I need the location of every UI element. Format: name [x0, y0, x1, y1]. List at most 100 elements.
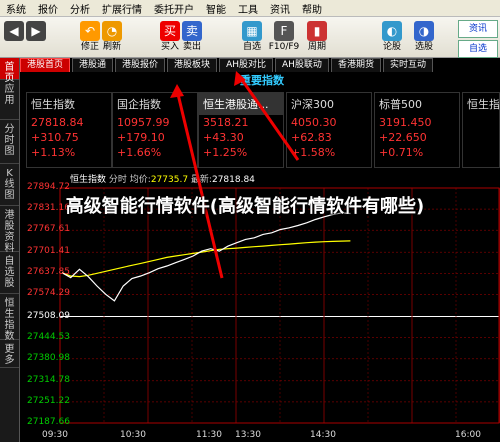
card-change: +310.75	[31, 131, 79, 144]
tab-7[interactable]: 实时互动	[382, 58, 433, 72]
index-card-4[interactable]: 标普500 3191.450 +22.650 +0.71%	[374, 92, 460, 168]
candle-icon: ▮	[307, 21, 327, 41]
y-tick-label: 27574.29	[27, 288, 70, 299]
sell-icon: 卖	[182, 21, 202, 41]
x-tick-label: 09:30	[42, 430, 68, 440]
toolbar-label: 刷新	[102, 42, 121, 52]
card-name: 恒生指数	[467, 98, 499, 111]
right-button-group: 资讯 自选	[458, 20, 498, 60]
card-value: 3518.21	[203, 116, 249, 129]
card-pct	[463, 119, 499, 121]
toolbar-button-4[interactable]: ▦ 自选	[240, 19, 264, 57]
menu-item-5[interactable]: 智能	[200, 1, 232, 16]
x-tick-label: 16:00	[455, 430, 481, 440]
menu-item-2[interactable]: 分析	[64, 1, 96, 16]
x-tick-label: 13:30	[235, 430, 261, 440]
refresh-clock-icon: ◔	[102, 21, 122, 41]
index-card-5[interactable]: 恒生指数	[462, 92, 500, 168]
menu-item-3[interactable]: 扩展行情	[96, 1, 148, 16]
toolbar-label: 自选	[242, 42, 261, 52]
sidebar-item-2[interactable]: 分时图	[0, 120, 19, 164]
toolbar-button-8[interactable]: ◑ 选股	[412, 19, 436, 57]
menu-item-6[interactable]: 工具	[232, 1, 264, 16]
x-tick-label: 10:30	[120, 430, 146, 440]
watchlist-button[interactable]: 自选	[458, 40, 498, 58]
toolbar-button-nav-back[interactable]: ◀	[2, 19, 26, 57]
card-change: +22.650	[379, 131, 427, 144]
menu-item-8[interactable]: 帮助	[296, 1, 328, 16]
toolbar-button-nav-forward[interactable]: ▶	[24, 19, 48, 57]
back-arrow-icon: ↶	[80, 21, 100, 41]
back-icon: ◀	[4, 21, 24, 41]
sidebar-label: 应用	[4, 84, 15, 106]
card-value: 10957.99	[117, 116, 170, 129]
sidebar-item-6[interactable]: 恒生指数	[0, 294, 19, 342]
buy-icon: 买	[160, 21, 180, 41]
tab-4[interactable]: AH股对比	[219, 58, 273, 72]
card-change: +43.30	[203, 131, 244, 144]
y-tick-label: 27251.22	[27, 395, 70, 406]
y-tick-label: 27894.72	[27, 182, 70, 192]
tab-5[interactable]: AH股联动	[275, 58, 329, 72]
tab-0[interactable]: 港股首页	[20, 58, 71, 72]
toolbar-button-7[interactable]: ◐ 论股	[380, 19, 404, 57]
card-value: 3191.450	[379, 116, 432, 129]
card-name: 标普500	[379, 98, 422, 111]
sidebar-item-4[interactable]: 港股资料	[0, 206, 19, 254]
toolbar-button-6[interactable]: ▮ 周期	[305, 19, 329, 57]
card-change: +62.83	[291, 131, 332, 144]
chat-icon: ◐	[382, 21, 402, 41]
plot-border	[59, 187, 500, 424]
overlay-title: 高级智能行情软件(高级智能行情软件有哪些)	[65, 196, 425, 217]
price-line	[61, 212, 351, 302]
index-card-2[interactable]: 恒生港股通... 3518.21 +43.30 +1.25%	[198, 92, 284, 168]
y-tick-label: 27380.98	[27, 352, 70, 363]
card-change: +179.10	[117, 131, 165, 144]
sidebar-label: 更多	[4, 344, 15, 366]
grid-icon: ▦	[242, 21, 262, 41]
menu-item-4[interactable]: 委托开户	[148, 1, 200, 16]
y-tick-label: 27444.53	[27, 331, 70, 342]
y-tick-label: 27637.85	[27, 267, 70, 278]
sidebar-item-7[interactable]: 更多	[0, 340, 19, 368]
card-value: 4050.30	[291, 116, 337, 129]
toolbar-label: 周期	[307, 42, 326, 52]
tab-3[interactable]: 港股板块	[167, 58, 218, 72]
left-sidebar: 首页 应用分时图 K线图港股资料 自选股恒生指数更多	[0, 58, 20, 442]
card-pct: +1.58%	[291, 146, 336, 159]
toolbar-label: 选股	[414, 42, 433, 52]
sidebar-item-3[interactable]: K线图	[0, 164, 19, 206]
f10-icon: F	[274, 21, 294, 41]
card-name: 沪深300	[291, 98, 334, 111]
toolbar-label: 卖出	[182, 42, 201, 52]
toolbar-button-3[interactable]: 卖卖出	[180, 19, 204, 57]
toolbar-button-1[interactable]: ◔ 刷新	[100, 19, 124, 57]
index-card-0[interactable]: 恒生指数 27818.84 +310.75 +1.13%	[26, 92, 112, 168]
sidebar-label: 恒生指数	[4, 298, 15, 342]
card-pct: +1.13%	[31, 146, 76, 159]
card-pct: +1.25%	[203, 146, 248, 159]
menu-item-1[interactable]: 报价	[32, 1, 64, 16]
forward-icon: ▶	[26, 21, 46, 41]
menu-item-7[interactable]: 资讯	[264, 1, 296, 16]
info-button[interactable]: 资讯	[458, 20, 498, 38]
menu-item-0[interactable]: 系统	[0, 1, 32, 16]
sidebar-label: K线图	[4, 168, 15, 201]
toolbar-button-5[interactable]: F F10/F9	[269, 19, 299, 57]
sidebar-label: 港股资料	[4, 210, 15, 254]
sidebar-item-5[interactable]: 自选股	[0, 252, 19, 294]
toolbar: ◀ ▶ ↶ 修正 ◔ 刷新买买入卖卖出 ▦ 自选 F F10/F9 ▮ 周期 ◐ 论股 ◑ 选股	[0, 17, 500, 58]
card-name: 恒生港股通...	[199, 93, 283, 115]
sidebar-item-0[interactable]: 首页	[0, 58, 19, 84]
y-tick-label: 27314.78	[27, 374, 70, 385]
tab-2[interactable]: 港股报价	[115, 58, 166, 72]
tab-6[interactable]: 香港期货	[330, 58, 381, 72]
gauge-icon: ◑	[414, 21, 434, 41]
index-card-1[interactable]: 国企指数 10957.99 +179.10 +1.66%	[112, 92, 198, 168]
tab-1[interactable]: 港股通	[72, 58, 114, 72]
index-cards: 恒生指数 27818.84 +310.75 +1.13% 国企指数 10957.99 +17…	[20, 88, 500, 168]
index-card-3[interactable]: 沪深300 4050.30 +62.83 +1.58%	[286, 92, 372, 168]
y-tick-label: 27701.41	[27, 246, 70, 257]
sidebar-item-1[interactable]: 应用	[0, 80, 19, 120]
menu-bar: 系统 报价 分析 扩展行情 委托开户 智能 工具 资讯 帮助	[0, 0, 500, 17]
